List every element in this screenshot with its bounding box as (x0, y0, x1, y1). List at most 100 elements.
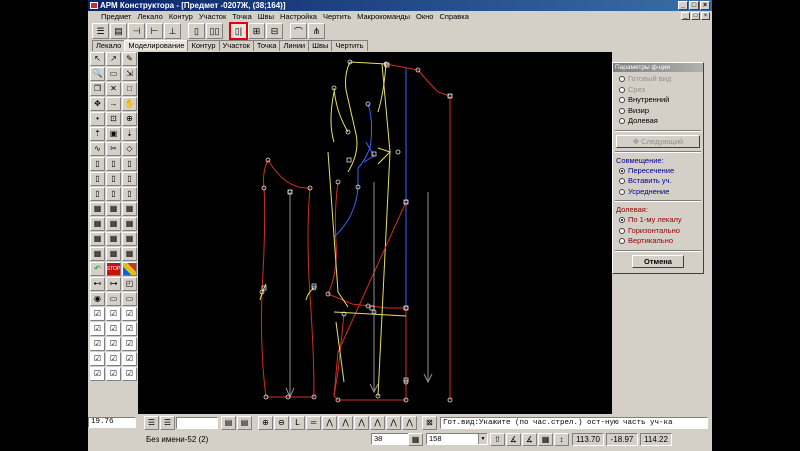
maximize-button[interactable]: □ (689, 1, 699, 10)
mdi-close-button[interactable]: × (701, 12, 710, 20)
list-b-icon[interactable]: ☰ (160, 416, 175, 430)
grid-a-icon[interactable]: ▦ (90, 202, 105, 216)
tab-uchastok[interactable]: Участок (218, 40, 254, 51)
stop-icon[interactable]: STOP (106, 262, 121, 276)
minus-icon[interactable]: ⊖ (274, 416, 289, 430)
menu-item[interactable]: Чертить (320, 11, 354, 22)
pencil-icon[interactable]: ✎ (122, 52, 137, 66)
grid-g-icon[interactable]: ▦ (90, 232, 105, 246)
radio-vizir[interactable]: Визир (616, 106, 700, 117)
eraser-icon[interactable]: ◇ (122, 142, 137, 156)
calculator-icon[interactable]: ▦ (408, 433, 423, 446)
radio-averaging[interactable]: Усреднение (616, 187, 700, 198)
grid-f-icon[interactable]: ▦ (122, 217, 137, 231)
check-c-icon[interactable]: ☑ (122, 307, 137, 321)
check-d-icon[interactable]: ☑ (90, 322, 105, 336)
palette-icon[interactable] (122, 262, 137, 276)
point-up-icon[interactable]: ⇡ (90, 127, 105, 141)
mdi-minimize-button[interactable]: _ (681, 12, 690, 20)
check-n-icon[interactable]: ☑ (106, 367, 121, 381)
tab-linii[interactable]: Линии (279, 40, 310, 51)
menu-item[interactable]: Контур (166, 11, 196, 22)
angle-b-icon[interactable]: ⋀ (338, 416, 353, 430)
rect-icon[interactable]: ▭ (106, 292, 121, 306)
menu-item[interactable]: Настройка (277, 11, 320, 22)
check-e-icon[interactable]: ☑ (106, 322, 121, 336)
check-g-icon[interactable]: ☑ (90, 337, 105, 351)
list-a-icon[interactable]: ☰ (144, 416, 159, 430)
radio-horizontal[interactable]: Горизонтально (616, 226, 700, 237)
point-icon[interactable]: • (90, 112, 105, 126)
radio-cut[interactable]: Срез (616, 85, 700, 96)
piece-a-icon[interactable]: ▯ (90, 157, 105, 171)
check-b-icon[interactable]: ☑ (106, 307, 121, 321)
box-down-icon[interactable]: ⇣ (122, 127, 137, 141)
piece-e-icon[interactable]: ▯ (106, 172, 121, 186)
radio-grain[interactable]: Долевая (616, 116, 700, 127)
grid-c-icon[interactable]: ▦ (122, 202, 137, 216)
grid-tool-icon[interactable]: ▦ (538, 433, 553, 446)
piece-d-icon[interactable]: ▯ (90, 172, 105, 186)
rect-b-icon[interactable]: ▭ (122, 292, 137, 306)
grid-h-icon[interactable]: ▦ (106, 232, 121, 246)
split-both-icon[interactable]: ⊥ (164, 23, 181, 39)
radio-first-piece[interactable]: По 1-му лекалу (616, 215, 700, 226)
check-j-icon[interactable]: ☑ (90, 352, 105, 366)
next-button[interactable]: ✥ Следующий (616, 134, 700, 148)
coordinate-field[interactable]: 19.76 (88, 417, 136, 428)
split-left-icon[interactable]: ⊣ (128, 23, 145, 39)
piece-i-icon[interactable]: ▯ (122, 187, 137, 201)
menu-item[interactable]: Швы (255, 11, 277, 22)
check-a-icon[interactable]: ☑ (90, 307, 105, 321)
check-l-icon[interactable]: ☑ (122, 352, 137, 366)
angle-e-icon[interactable]: ⋀ (386, 416, 401, 430)
contour-icon[interactable]: ⌒ (290, 23, 307, 39)
fan-icon[interactable]: ⋔ (308, 23, 325, 39)
undo-icon[interactable]: ↶ (90, 262, 105, 276)
arrow-right-icon[interactable]: → (106, 97, 121, 111)
check-h-icon[interactable]: ☑ (106, 337, 121, 351)
symmetric-piece-icon[interactable]: ⊟ (266, 23, 283, 39)
link-icon[interactable]: ⊷ (90, 277, 105, 291)
grid-i-icon[interactable]: ▦ (122, 232, 137, 246)
align-v-icon[interactable]: ▤ (110, 23, 127, 39)
pattern-piece-icon[interactable]: ▯ (188, 23, 205, 39)
menu-item[interactable]: Лекало (134, 11, 165, 22)
radio-insert-segment[interactable]: Вставить уч. (616, 176, 700, 187)
join-pieces-icon[interactable]: ▯| (229, 22, 248, 40)
arrow-up-icon[interactable]: ⇧ (490, 433, 505, 446)
curve-icon[interactable]: ∿ (90, 142, 105, 156)
shape-icon[interactable]: ◰ (122, 277, 137, 291)
grid-k-icon[interactable]: ▦ (106, 247, 121, 261)
angle-tool-icon[interactable]: ∡ (506, 433, 521, 446)
piece-g-icon[interactable]: ▯ (90, 187, 105, 201)
grid-d-icon[interactable]: ▦ (90, 217, 105, 231)
radio-inner[interactable]: Внутренний (616, 95, 700, 106)
piece-h-icon[interactable]: ▯ (106, 187, 121, 201)
cross-icon[interactable]: ✕ (106, 82, 121, 96)
close-button[interactable]: × (700, 1, 710, 10)
plus-icon[interactable]: ⊕ (258, 416, 273, 430)
align-h-icon[interactable]: ☰ (92, 23, 109, 39)
tab-chertit[interactable]: Чертить (331, 40, 368, 51)
point-plus-icon[interactable]: ⊕ (122, 112, 137, 126)
piece-b-icon[interactable]: ▯ (106, 157, 121, 171)
pointer-icon[interactable]: ↖ (90, 52, 105, 66)
tab-modelirovanie[interactable]: Моделирование (124, 40, 189, 51)
menu-item[interactable]: Предмет (98, 11, 134, 22)
point-rect-icon[interactable]: ⊡ (106, 112, 121, 126)
radio-vertical[interactable]: Вертикально (616, 236, 700, 247)
grid-l-icon[interactable]: ▦ (122, 247, 137, 261)
tab-kontur[interactable]: Контур (187, 40, 220, 51)
arrows-icon[interactable]: ↕ (554, 433, 569, 446)
check-o-icon[interactable]: ☑ (122, 367, 137, 381)
piece-f-icon[interactable]: ▯ (122, 172, 137, 186)
check-m-icon[interactable]: ☑ (90, 367, 105, 381)
angle-a-icon[interactable]: ⋀ (322, 416, 337, 430)
grid-j-icon[interactable]: ▦ (90, 247, 105, 261)
pair-pieces-icon[interactable]: ▯▯ (206, 23, 223, 39)
check-f-icon[interactable]: ☑ (122, 322, 137, 336)
tab-lekalo[interactable]: Лекало (92, 40, 126, 51)
dot-icon[interactable]: ◉ (90, 292, 105, 306)
grid-b-icon[interactable]: ▦ (106, 202, 121, 216)
